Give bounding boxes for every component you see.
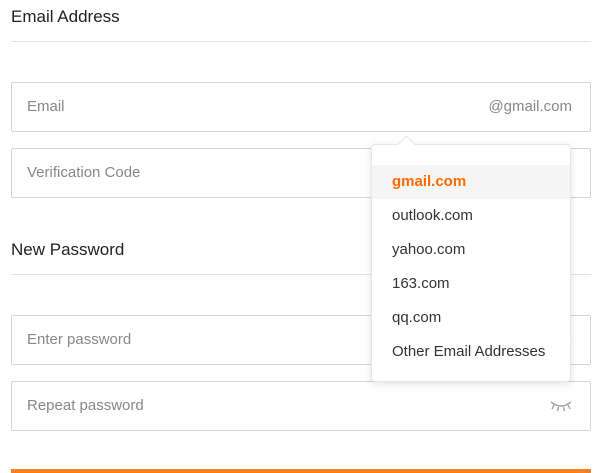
domain-option-outlook[interactable]: outlook.com	[372, 199, 570, 233]
submit-button-edge[interactable]	[11, 469, 591, 473]
domain-option-other[interactable]: Other Email Addresses	[372, 335, 570, 369]
password-placeholder: Enter password	[27, 331, 132, 348]
domain-option-qq[interactable]: qq.com	[372, 301, 570, 335]
domain-option-163[interactable]: 163.com	[372, 267, 570, 301]
eye-closed-icon[interactable]	[550, 400, 572, 412]
email-domain-list: gmail.com outlook.com yahoo.com 163.com …	[372, 145, 570, 369]
reset-password-form: Email Address Email @gmail.com Verificat…	[0, 0, 602, 473]
domain-option-gmail[interactable]: gmail.com	[372, 165, 570, 199]
verification-code-placeholder: Verification Code	[27, 164, 141, 181]
email-domain-dropdown: gmail.com outlook.com yahoo.com 163.com …	[371, 144, 571, 382]
email-field[interactable]: Email @gmail.com	[11, 82, 591, 132]
repeat-password-placeholder: Repeat password	[27, 397, 144, 414]
email-domain-suffix[interactable]: @gmail.com	[488, 83, 572, 131]
email-section-divider	[11, 41, 591, 42]
email-section-title: Email Address	[11, 7, 120, 26]
repeat-password-field[interactable]: Repeat password	[11, 381, 591, 431]
password-section-title: New Password	[11, 240, 125, 259]
email-placeholder: Email	[27, 98, 65, 115]
domain-option-yahoo[interactable]: yahoo.com	[372, 233, 570, 267]
